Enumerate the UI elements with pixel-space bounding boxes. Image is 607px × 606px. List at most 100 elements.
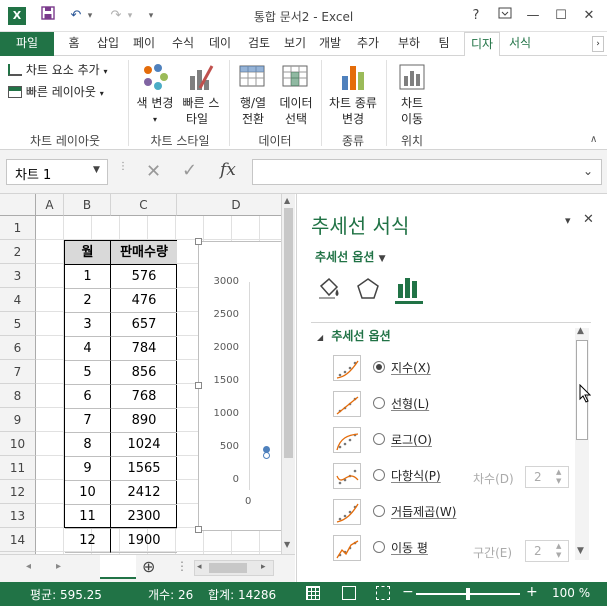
collapse-ribbon-icon[interactable]: ∧	[590, 134, 602, 145]
row-header[interactable]: 14	[0, 528, 36, 552]
customize-qat-icon[interactable]: ▾	[144, 6, 158, 26]
tab-formulas[interactable]: 수식	[166, 32, 200, 56]
table-cell-month[interactable]: 3	[65, 313, 111, 337]
column-header-d[interactable]: D	[177, 194, 295, 216]
tab-developer[interactable]: 개발	[313, 32, 347, 56]
table-cell-sales[interactable]: 890	[111, 409, 177, 433]
trendline-type-option[interactable]: 지수(X)	[333, 353, 573, 387]
sheet-scroll-right-icon[interactable]: ▸	[56, 561, 61, 572]
row-header[interactable]: 5	[0, 312, 36, 336]
table-cell-sales[interactable]: 1565	[111, 457, 177, 481]
table-cell-month[interactable]: 10	[65, 481, 111, 505]
tab-home[interactable]: 홈	[58, 32, 90, 56]
page-break-view-icon[interactable]	[376, 586, 390, 600]
zoom-slider[interactable]	[416, 588, 520, 600]
column-header-b[interactable]: B	[64, 194, 111, 216]
undo-dropdown-icon[interactable]: ▾	[84, 6, 96, 26]
table-cell-sales[interactable]: 576	[111, 265, 177, 289]
period-spinner[interactable]: 2 ▲ ▼	[525, 540, 569, 562]
pane-options-icon[interactable]: ▾	[565, 214, 571, 227]
minimize-button[interactable]: —	[522, 6, 544, 26]
quick-layout-button[interactable]: 빠른 레이아웃 ▾	[8, 82, 120, 102]
select-all-corner[interactable]	[0, 194, 36, 216]
pane-close-button[interactable]: ✕	[583, 212, 594, 227]
tab-data[interactable]: 데이	[203, 32, 237, 56]
hscroll-thumb[interactable]	[209, 563, 247, 573]
add-chart-element-button[interactable]: 차트 요소 추가 ▾	[8, 60, 120, 80]
row-header[interactable]: 11	[0, 456, 36, 480]
table-cell-sales[interactable]: 1900	[111, 529, 177, 553]
scroll-up-icon[interactable]: ▲	[284, 196, 290, 205]
table-cell-sales[interactable]: 657	[111, 313, 177, 337]
row-header[interactable]: 8	[0, 384, 36, 408]
formula-input[interactable]: ⌄	[252, 159, 602, 185]
hscroll-right-icon[interactable]: ▸	[261, 562, 266, 572]
grid-vertical-scrollbar[interactable]: ▲ ▼	[281, 194, 295, 554]
spinner-arrows-icon[interactable]: ▲ ▼	[556, 468, 561, 486]
tab-chart-format[interactable]: 서식	[502, 32, 538, 56]
switch-row-column-button[interactable]: 행/열 전환	[234, 60, 272, 130]
tab-load-test[interactable]: 부하	[392, 32, 426, 56]
order-spinner[interactable]: 2 ▲ ▼	[525, 466, 569, 488]
effects-tab-icon[interactable]	[355, 276, 381, 302]
trendline-type-radio[interactable]	[373, 469, 385, 481]
chart-resize-handle[interactable]	[195, 382, 202, 389]
table-cell-month[interactable]: 1	[65, 265, 111, 289]
tab-view[interactable]: 보기	[278, 32, 312, 56]
row-header[interactable]: 10	[0, 432, 36, 456]
trendline-type-radio[interactable]	[373, 361, 385, 373]
help-button[interactable]: ?	[465, 6, 487, 26]
row-header[interactable]: 12	[0, 480, 36, 504]
new-sheet-button[interactable]: ⊕	[142, 557, 155, 576]
zoom-in-button[interactable]: +	[526, 584, 538, 600]
tab-file[interactable]: 파일	[0, 32, 54, 56]
table-cell-month[interactable]: 4	[65, 337, 111, 361]
select-data-button[interactable]: 데이터 선택	[276, 60, 316, 130]
table-header-month[interactable]: 월	[65, 241, 111, 265]
column-header-a[interactable]: A	[36, 194, 64, 216]
trendline-options-section[interactable]: ◢ 추세선 옵션	[317, 327, 391, 344]
table-cell-month[interactable]: 8	[65, 433, 111, 457]
table-cell-month[interactable]: 12	[65, 529, 111, 553]
save-icon[interactable]	[38, 6, 58, 26]
enter-entry-icon[interactable]: ✓	[182, 160, 197, 181]
scroll-thumb[interactable]	[284, 208, 293, 458]
horizontal-scrollbar[interactable]: ◂ ▸	[194, 560, 274, 576]
tab-team[interactable]: 팀	[430, 32, 458, 56]
table-header-sales[interactable]: 판매수량	[111, 241, 177, 265]
sheet-options-icon[interactable]: ⋮	[176, 559, 188, 573]
ribbon-scroll-right-icon[interactable]: ›	[592, 36, 604, 52]
quick-styles-button[interactable]: 빠른 스 타일	[178, 60, 224, 130]
table-cell-month[interactable]: 6	[65, 385, 111, 409]
table-cell-sales[interactable]: 476	[111, 289, 177, 313]
table-cell-sales[interactable]: 1024	[111, 433, 177, 457]
table-cell-month[interactable]: 2	[65, 289, 111, 313]
active-sheet-tab[interactable]	[100, 555, 136, 579]
name-box-dropdown-icon[interactable]: ▼	[93, 165, 100, 175]
zoom-slider-thumb[interactable]	[466, 588, 470, 600]
cancel-entry-icon[interactable]: ✕	[146, 161, 161, 182]
trendline-type-radio[interactable]	[373, 505, 385, 517]
table-cell-month[interactable]: 5	[65, 361, 111, 385]
trendline-type-radio[interactable]	[373, 397, 385, 409]
move-chart-button[interactable]: 차트 이동	[390, 60, 434, 130]
row-header[interactable]: 4	[0, 288, 36, 312]
tab-add-ins[interactable]: 추가	[351, 32, 385, 56]
spinner-arrows-icon[interactable]: ▲ ▼	[556, 542, 561, 560]
ribbon-display-options-icon[interactable]	[494, 6, 516, 26]
pane-scroll-up-icon[interactable]: ▲	[577, 326, 584, 336]
table-cell-sales[interactable]: 784	[111, 337, 177, 361]
data-point[interactable]	[263, 452, 270, 459]
trendline-options-tab-icon[interactable]	[395, 274, 423, 304]
normal-view-icon[interactable]	[306, 586, 320, 600]
row-header[interactable]: 2	[0, 240, 36, 264]
trendline-type-option[interactable]: 선형(L)	[333, 389, 573, 423]
trendline-type-radio[interactable]	[373, 433, 385, 445]
row-header[interactable]: 9	[0, 408, 36, 432]
pane-scroll-down-icon[interactable]: ▼	[577, 546, 584, 556]
trendline-type-radio[interactable]	[373, 541, 385, 553]
row-header[interactable]: 3	[0, 264, 36, 288]
table-cell-sales[interactable]: 768	[111, 385, 177, 409]
table-cell-sales[interactable]: 2300	[111, 505, 177, 529]
table-cell-sales[interactable]: 2412	[111, 481, 177, 505]
